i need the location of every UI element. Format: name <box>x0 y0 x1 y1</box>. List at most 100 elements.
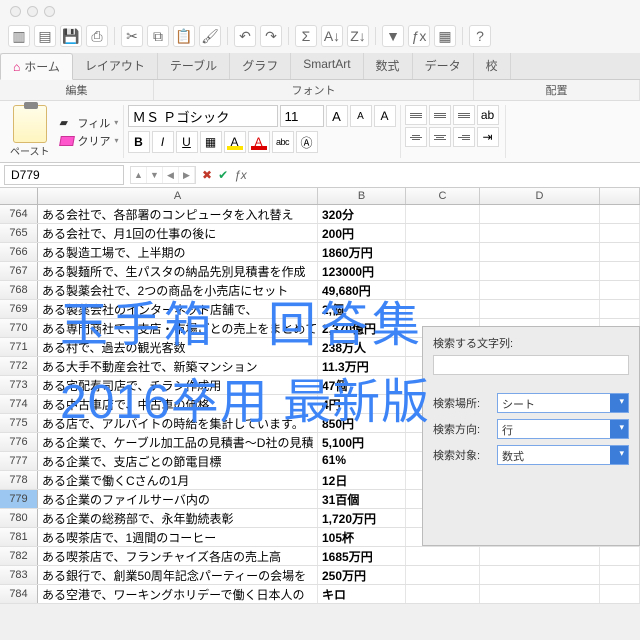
cell[interactable]: ある企業の総務部で、永年勤続表彰 <box>38 509 318 527</box>
cell[interactable] <box>406 566 480 584</box>
cell[interactable] <box>406 547 480 565</box>
row-header[interactable]: 768 <box>0 281 38 299</box>
paste-button[interactable]: ペースト <box>4 105 56 158</box>
cell[interactable] <box>480 585 600 603</box>
cell[interactable]: ある製麺所で、生パスタの納品先別見積書を作成 <box>38 262 318 280</box>
sort-desc-icon[interactable]: Z↓ <box>347 25 369 47</box>
table-row[interactable]: 783ある銀行で、創業50周年記念パーティーの会場を250万円 <box>0 566 640 585</box>
copy-icon[interactable]: ⧉ <box>147 25 169 47</box>
table-row[interactable]: 769ある製薬会社のインターネット店舗で、2,個 <box>0 300 640 319</box>
cell[interactable] <box>406 205 480 223</box>
ruby-button[interactable]: abc <box>272 131 294 153</box>
cell[interactable]: ある製造工場で、上半期の <box>38 243 318 261</box>
col-header-c[interactable]: C <box>406 188 480 204</box>
cell[interactable]: ある銀行で、創業50周年記念パーティーの会場を <box>38 566 318 584</box>
find-direction-select[interactable]: 行 <box>497 419 629 439</box>
highlight-button[interactable]: A <box>224 131 246 153</box>
cell[interactable] <box>480 547 600 565</box>
cell[interactable]: キロ <box>318 585 406 603</box>
close-icon[interactable] <box>10 6 21 17</box>
row-header[interactable]: 779 <box>0 490 38 508</box>
cell[interactable]: ある製薬会社で、2つの商品を小売店にセット <box>38 281 318 299</box>
row-header[interactable]: 765 <box>0 224 38 242</box>
row-header[interactable]: 777 <box>0 452 38 470</box>
minimize-icon[interactable] <box>27 6 38 17</box>
cell[interactable] <box>406 585 480 603</box>
cell[interactable]: 250万円 <box>318 566 406 584</box>
col-header-d[interactable]: D <box>480 188 600 204</box>
case-button[interactable]: A <box>374 105 396 127</box>
cell[interactable]: ある専門商社で、支店・市場ごとの売上をまとめています <box>38 319 318 337</box>
row-header[interactable]: 774 <box>0 395 38 413</box>
new-icon[interactable]: ▥ <box>8 25 30 47</box>
cell[interactable]: ある大手不動産会社で、新築マンション <box>38 357 318 375</box>
row-header[interactable]: 778 <box>0 471 38 489</box>
save-icon[interactable]: 💾 <box>60 25 82 47</box>
cell[interactable]: ある村で、過去の観光客数 <box>38 338 318 356</box>
table-row[interactable]: 765ある会社で、月1回の仕事の後に200円 <box>0 224 640 243</box>
row-header[interactable]: 772 <box>0 357 38 375</box>
confirm-icon[interactable]: ✔ <box>218 168 228 182</box>
sort-asc-icon[interactable]: A↓ <box>321 25 343 47</box>
cell[interactable] <box>480 300 600 318</box>
col-header-e[interactable] <box>600 188 640 204</box>
filter-icon[interactable]: ▼ <box>382 25 404 47</box>
bold-button[interactable]: B <box>128 131 150 153</box>
undo-icon[interactable]: ↶ <box>234 25 256 47</box>
col-header-b[interactable]: B <box>318 188 406 204</box>
font-color-button[interactable]: A <box>248 131 270 153</box>
cell[interactable] <box>600 243 640 261</box>
find-input[interactable] <box>433 355 629 375</box>
cell[interactable]: 1685万円 <box>318 547 406 565</box>
cell[interactable]: ある企業で、支店ごとの節電目標 <box>38 452 318 470</box>
cell[interactable]: 2,370億円 <box>318 319 406 337</box>
table-row[interactable]: 768ある製薬会社で、2つの商品を小売店にセット49,680円 <box>0 281 640 300</box>
orientation-button[interactable]: ab <box>477 105 499 125</box>
zoom-icon[interactable] <box>44 6 55 17</box>
fx-icon[interactable]: ƒx <box>408 25 430 47</box>
align-middle-button[interactable] <box>429 105 451 125</box>
cell[interactable] <box>406 281 480 299</box>
row-header[interactable]: 782 <box>0 547 38 565</box>
cell[interactable] <box>406 262 480 280</box>
cell[interactable] <box>480 224 600 242</box>
underline-button[interactable]: U <box>176 131 198 153</box>
font-name-select[interactable] <box>128 105 278 127</box>
cell[interactable] <box>600 300 640 318</box>
cell[interactable]: 1860万円 <box>318 243 406 261</box>
name-box[interactable] <box>4 165 124 185</box>
align-top-button[interactable] <box>405 105 427 125</box>
cut-icon[interactable]: ✂ <box>121 25 143 47</box>
align-center-button[interactable] <box>429 127 451 147</box>
row-header[interactable]: 766 <box>0 243 38 261</box>
col-header-a[interactable]: A <box>38 188 318 204</box>
cell[interactable]: ある会社で、月1回の仕事の後に <box>38 224 318 242</box>
align-right-button[interactable] <box>453 127 475 147</box>
cell[interactable] <box>480 281 600 299</box>
cell[interactable] <box>600 585 640 603</box>
cell[interactable] <box>600 224 640 242</box>
cell[interactable]: ある製薬会社のインターネット店舗で、 <box>38 300 318 318</box>
select-all-corner[interactable] <box>0 188 38 204</box>
cell[interactable]: ある企業で、ケーブル加工品の見積書〜D社の見積 <box>38 433 318 451</box>
row-header[interactable]: 764 <box>0 205 38 223</box>
cell[interactable] <box>406 243 480 261</box>
cell[interactable]: 5,100円 <box>318 433 406 451</box>
cell[interactable]: ある宅配寿司店で、チラシ作成用 <box>38 376 318 394</box>
row-header[interactable]: 769 <box>0 300 38 318</box>
cancel-icon[interactable]: ✖ <box>202 168 212 182</box>
cell[interactable]: 31百個 <box>318 490 406 508</box>
row-header[interactable]: 781 <box>0 528 38 546</box>
cell[interactable] <box>600 281 640 299</box>
cell[interactable] <box>600 262 640 280</box>
table-row[interactable]: 782ある喫茶店で、フランチャイズ各店の売上高1685万円 <box>0 547 640 566</box>
cell[interactable]: ある企業で働くCさんの1月 <box>38 471 318 489</box>
open-icon[interactable]: ▤ <box>34 25 56 47</box>
row-header[interactable]: 776 <box>0 433 38 451</box>
indent-button[interactable]: ⇥ <box>477 127 499 147</box>
cell[interactable]: ある会社で、各部署のコンピュータを入れ替え <box>38 205 318 223</box>
cell[interactable] <box>406 224 480 242</box>
table-row[interactable]: 764ある会社で、各部署のコンピュータを入れ替え320分 <box>0 205 640 224</box>
row-header[interactable]: 770 <box>0 319 38 337</box>
tab-table[interactable]: テーブル <box>158 53 230 79</box>
